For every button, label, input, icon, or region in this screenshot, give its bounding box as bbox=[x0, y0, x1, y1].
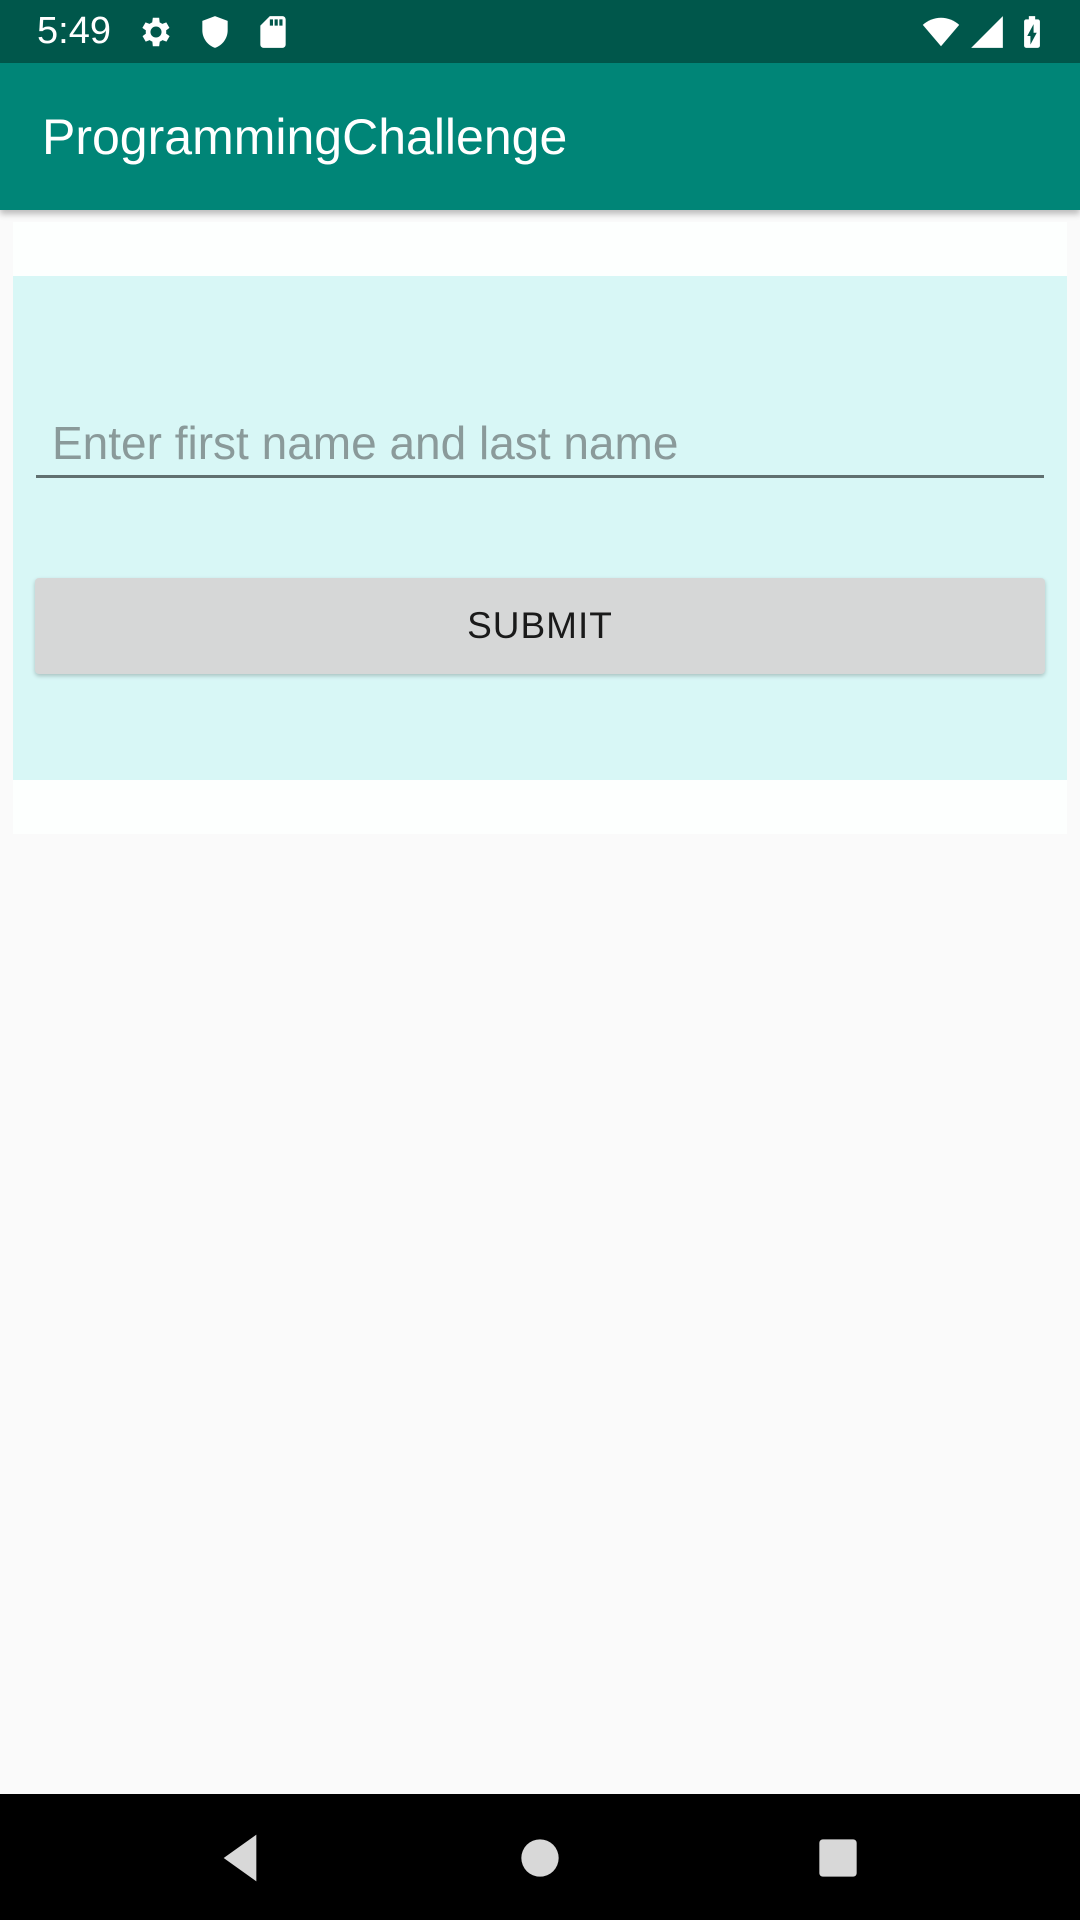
app-bar: ProgrammingChallenge bbox=[0, 63, 1080, 210]
gear-icon bbox=[142, 17, 170, 47]
submit-button[interactable]: SUBMIT bbox=[35, 578, 1045, 674]
home-icon[interactable] bbox=[512, 1830, 568, 1886]
wifi-icon bbox=[922, 17, 960, 47]
battery-charging-icon bbox=[1024, 16, 1040, 48]
status-bar: 5:49 bbox=[0, 0, 1080, 63]
recents-icon[interactable] bbox=[810, 1830, 866, 1886]
form-panel: SUBMIT bbox=[13, 276, 1067, 780]
navigation-bar bbox=[0, 1794, 1080, 1920]
app-title: ProgrammingChallenge bbox=[42, 109, 568, 165]
name-input[interactable] bbox=[36, 416, 1044, 478]
shield-icon bbox=[202, 16, 228, 48]
signal-icon bbox=[971, 16, 1003, 48]
back-icon[interactable] bbox=[212, 1830, 268, 1886]
sd-card-icon bbox=[260, 16, 286, 48]
status-time: 5:49 bbox=[37, 10, 111, 52]
